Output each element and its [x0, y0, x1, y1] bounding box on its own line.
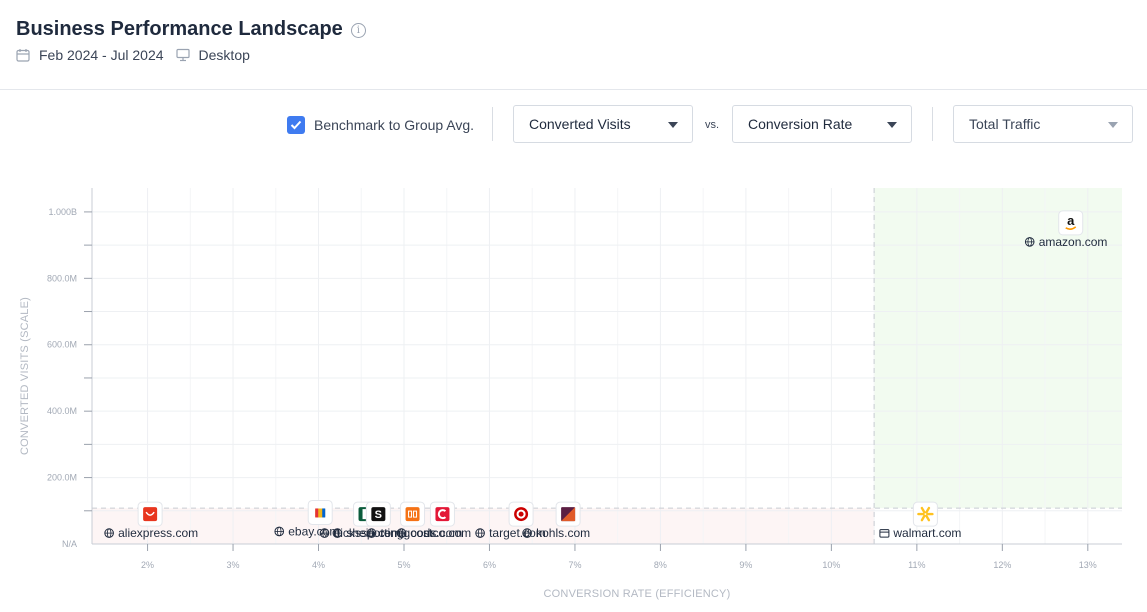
x-tick-label: 8%: [654, 560, 667, 570]
temu-logo: [400, 501, 426, 527]
x-tick-label: 5%: [397, 560, 410, 570]
walmart-logo: [912, 501, 938, 527]
shein-logo: S: [365, 501, 391, 527]
data-point-label: aliexpress.com: [118, 526, 198, 540]
svg-text:a: a: [1067, 213, 1075, 228]
data-point-label: costco.com: [410, 526, 471, 540]
y-tick-label: N/A: [62, 539, 77, 549]
x-tick-label: 7%: [568, 560, 581, 570]
aliexpress-logo: [137, 501, 163, 527]
x-tick-label: 13%: [1079, 560, 1097, 570]
x-tick-label: 10%: [822, 560, 840, 570]
target-logo: [508, 501, 534, 527]
x-tick-label: 4%: [312, 560, 325, 570]
y-tick-label: 400.0M: [47, 406, 77, 416]
x-tick-label: 6%: [483, 560, 496, 570]
amazon-logo: a: [1058, 210, 1084, 236]
y-axis-title: CONVERTED VISITS (SCALE): [19, 297, 31, 455]
y-tick-label: 1.000B: [48, 207, 77, 217]
costco-logo: [429, 501, 455, 527]
data-point-label: ebay.com: [288, 524, 339, 538]
ebay-logo: [307, 499, 333, 525]
x-tick-label: 2%: [141, 560, 154, 570]
y-tick-label: 800.0M: [47, 273, 77, 283]
data-point-label: amazon.com: [1039, 235, 1108, 249]
bottom-left-quadrant: [92, 508, 875, 544]
kohls-logo: [555, 501, 581, 527]
x-tick-label: 12%: [993, 560, 1011, 570]
shop-icon: [879, 529, 890, 538]
data-point-label: kohls.com: [536, 526, 590, 540]
x-axis-title: CONVERSION RATE (EFFICIENCY): [544, 588, 731, 600]
x-tick-label: 9%: [739, 560, 752, 570]
scatter-chart: N/A 200.0M 400.0M 600.0M 800.0M 1.000B 2% 3% 4% 5…: [19, 188, 1122, 600]
x-tick-label: 11%: [908, 560, 925, 570]
y-tick-label: 200.0M: [47, 473, 77, 483]
y-tick-label: 600.0M: [47, 340, 77, 350]
x-tick-label: 3%: [227, 560, 240, 570]
svg-text:S: S: [375, 509, 382, 521]
data-point-label: walmart.com: [892, 526, 961, 540]
